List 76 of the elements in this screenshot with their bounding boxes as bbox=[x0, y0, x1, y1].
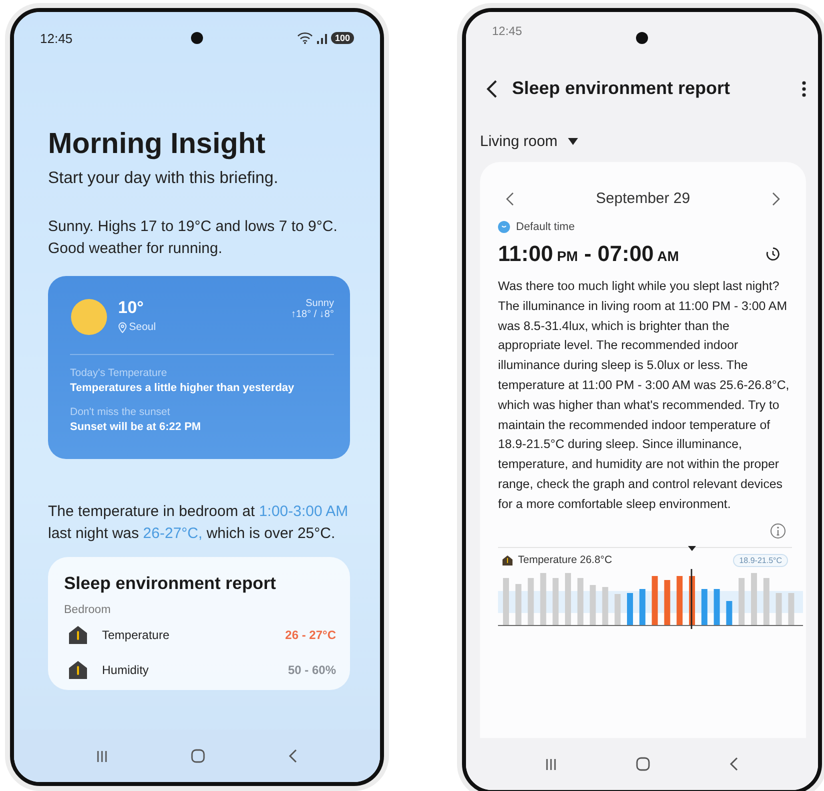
bar bbox=[627, 592, 633, 625]
previous-date-icon[interactable] bbox=[506, 192, 514, 206]
metric-value: 50 - 60% bbox=[288, 663, 336, 677]
screen-title: Sleep environment report bbox=[512, 78, 732, 99]
bar bbox=[664, 580, 670, 625]
battery-level: 100 bbox=[330, 32, 354, 44]
camera-hole bbox=[191, 32, 203, 44]
status-time: 12:45 bbox=[492, 24, 524, 38]
next-date-icon[interactable] bbox=[772, 192, 780, 206]
dropdown-caret-icon bbox=[568, 138, 578, 145]
home-icon[interactable] bbox=[634, 756, 651, 772]
bar bbox=[540, 572, 546, 625]
note-text: Sunset will be at 6:22 PM bbox=[70, 421, 202, 433]
house-icon bbox=[68, 625, 88, 645]
note-text: Temperatures a little higher than yesterday bbox=[70, 382, 296, 394]
time-marker-icon bbox=[688, 546, 696, 551]
bar bbox=[714, 588, 720, 625]
bar bbox=[503, 578, 509, 625]
time-cursor[interactable] bbox=[690, 568, 692, 629]
bar bbox=[652, 576, 658, 625]
clock-icon[interactable] bbox=[766, 247, 780, 261]
bar bbox=[577, 578, 584, 625]
bar bbox=[565, 572, 571, 625]
high-low-temperature: ↑18° / ↓8° bbox=[290, 309, 334, 320]
bar bbox=[751, 572, 757, 625]
bar bbox=[614, 594, 621, 625]
weather-condition: Sunny bbox=[304, 298, 334, 309]
schedule-label: Default time bbox=[516, 221, 575, 233]
wifi-icon bbox=[296, 32, 313, 44]
house-icon bbox=[68, 660, 88, 680]
bar bbox=[701, 588, 708, 625]
current-temperature: 10° bbox=[118, 298, 145, 318]
bar bbox=[552, 578, 559, 625]
room-name: Bedroom bbox=[64, 604, 112, 616]
metric-value: 26 - 27°C bbox=[285, 628, 336, 642]
signal-icon bbox=[316, 32, 328, 44]
bar bbox=[676, 576, 683, 625]
note-label: Don't miss the sunset bbox=[70, 406, 172, 418]
page-subtitle: Start your day with this briefing. bbox=[48, 169, 280, 188]
graph-label: Temperature 26.8°C bbox=[518, 554, 614, 566]
bar bbox=[602, 586, 608, 625]
bar bbox=[528, 578, 534, 625]
note-label: Today's Temperature bbox=[70, 367, 168, 379]
location-pin-icon bbox=[118, 322, 127, 332]
bar bbox=[726, 600, 732, 625]
room-dropdown[interactable]: Living room bbox=[480, 133, 806, 150]
recent-apps-icon[interactable] bbox=[94, 749, 109, 763]
home-icon[interactable] bbox=[190, 748, 206, 764]
range-badge: 18.9-21.5°C bbox=[733, 554, 788, 567]
report-date: September 29 bbox=[596, 190, 690, 207]
bar bbox=[763, 578, 770, 625]
bar bbox=[788, 592, 794, 625]
bar bbox=[590, 584, 596, 625]
bar bbox=[738, 578, 745, 625]
insight-text: The temperature in bedroom at 1:00-3:00 AM last night was 26-27°C, which is over 25°C. bbox=[48, 502, 350, 544]
camera-hole bbox=[636, 32, 648, 44]
more-options-icon[interactable] bbox=[802, 80, 806, 98]
bar bbox=[515, 584, 522, 625]
location-name: Seoul bbox=[129, 321, 156, 333]
weather-summary: Sunny. Highs 17 to 19°C and lows 7 to 9°C. Good weather for running. bbox=[48, 217, 338, 259]
bar bbox=[639, 588, 646, 625]
time-range: 11:00 PM - 07:00 AM bbox=[498, 241, 679, 267]
status-time: 12:45 bbox=[40, 30, 74, 46]
info-icon[interactable] bbox=[770, 522, 786, 539]
back-icon[interactable] bbox=[486, 78, 498, 98]
sun-icon bbox=[70, 298, 108, 336]
metric-label: Temperature bbox=[102, 628, 170, 642]
moon-badge-icon bbox=[498, 221, 510, 233]
report-description: Was there too much light while you slept last night? The illuminance in living room at 11:00 PM - 3:00 AM was 8.5-31.4lux, which is brighter than the appropriate level. The recommended indoor illuminance during sleep is 5.0lux or less. The temperature at 11:00 PM - 3:00 AM was 25.6-26.8°C, which was higher than what's recommended. Try to maintain the recommended indoor temperature of 18.9-21.5°C during sleep. Since illuminance, temperature, and humidity are not within the proper range, check the graph and control relevant devices for a more comfortable sleep environment. bbox=[498, 278, 790, 513]
report-card[interactable]: Sleep environment report Bedroom Temperature 26 - 27°C Humidity 50 - 60% bbox=[48, 557, 350, 690]
metric-label: Humidity bbox=[102, 663, 150, 677]
page-title: Morning Insight bbox=[48, 128, 266, 161]
back-icon[interactable] bbox=[728, 756, 740, 772]
house-icon bbox=[502, 554, 513, 566]
card-title: Sleep environment report bbox=[64, 573, 277, 594]
recent-apps-icon[interactable] bbox=[544, 757, 558, 771]
